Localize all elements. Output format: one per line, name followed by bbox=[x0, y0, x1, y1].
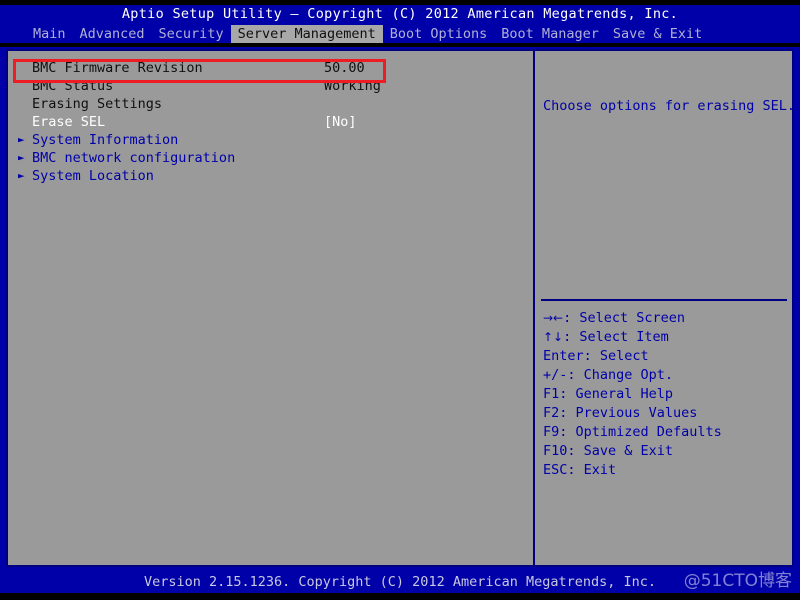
legend-text: ESC: Exit bbox=[543, 462, 617, 478]
legend-text: : Select Screen bbox=[563, 310, 686, 326]
setting-label: Erasing Settings bbox=[32, 96, 163, 112]
menu-bar: Main Advanced Security Server Management Boo… bbox=[0, 25, 800, 43]
menu-tab-boot-manager[interactable]: Boot Manager bbox=[494, 25, 606, 43]
submenu-arrow-icon: ► bbox=[18, 169, 25, 182]
setting-row-bmc-status[interactable]: BMC Status Working bbox=[10, 77, 531, 95]
bios-setup-screen: Aptio Setup Utility – Copyright (C) 2012… bbox=[0, 0, 800, 600]
menu-tab-security[interactable]: Security bbox=[152, 25, 231, 43]
setting-label: Erase SEL bbox=[32, 114, 106, 130]
legend-row: ↑↓: Select Item bbox=[543, 328, 791, 347]
legend-row: F10: Save & Exit bbox=[543, 442, 791, 461]
key-legend: →←: Select Screen ↑↓: Select Item Enter: S… bbox=[543, 309, 791, 480]
legend-row: ESC: Exit bbox=[543, 461, 791, 480]
legend-row: →←: Select Screen bbox=[543, 309, 791, 328]
setting-value: Working bbox=[324, 78, 381, 94]
setting-row-bmc-firmware-revision[interactable]: BMC Firmware Revision 50.00 bbox=[10, 59, 531, 77]
submenu-arrow-icon: ► bbox=[18, 151, 25, 164]
setting-label: BMC Firmware Revision bbox=[32, 60, 203, 76]
arrow-keys-icon: ↑↓ bbox=[543, 330, 564, 344]
menu-tab-boot-options[interactable]: Boot Options bbox=[383, 25, 495, 43]
legend-row: F1: General Help bbox=[543, 385, 791, 404]
setting-label: System Location bbox=[32, 168, 154, 184]
setting-label: System Information bbox=[32, 132, 179, 148]
legend-row: Enter: Select bbox=[543, 347, 791, 366]
legend-row: +/-: Change Opt. bbox=[543, 366, 791, 385]
legend-text: F10: Save & Exit bbox=[543, 443, 674, 459]
menu-tab-save-exit[interactable]: Save & Exit bbox=[606, 25, 709, 43]
legend-row: F9: Optimized Defaults bbox=[543, 423, 791, 442]
setting-value[interactable]: [No] bbox=[324, 113, 357, 131]
legend-text: F2: Previous Values bbox=[543, 405, 698, 421]
legend-text: +/-: Change Opt. bbox=[543, 367, 674, 383]
watermark: @51CTO博客 bbox=[683, 571, 792, 591]
legend-text: : Select Item bbox=[563, 329, 669, 345]
setting-row-erasing-settings[interactable]: Erasing Settings bbox=[10, 95, 531, 113]
setting-value: 50.00 bbox=[324, 60, 365, 76]
legend-text: F1: General Help bbox=[543, 386, 674, 402]
legend-row: F2: Previous Values bbox=[543, 404, 791, 423]
footer-version-text: Version 2.15.1236. Copyright (C) 2012 Am… bbox=[0, 572, 800, 593]
content-frame: BMC Firmware Revision 50.00 BMC Status Work… bbox=[6, 49, 795, 567]
help-text: Choose options for erasing SEL. bbox=[543, 98, 795, 114]
setting-row-system-location[interactable]: ► System Location bbox=[10, 167, 531, 185]
arrow-keys-icon: →← bbox=[543, 311, 564, 325]
setting-label: BMC Status bbox=[32, 78, 114, 94]
setting-label: BMC network configuration bbox=[32, 150, 236, 166]
help-legend-divider bbox=[541, 299, 787, 301]
legend-text: Enter: Select bbox=[543, 348, 649, 364]
legend-text: F9: Optimized Defaults bbox=[543, 424, 722, 440]
menu-tab-advanced[interactable]: Advanced bbox=[73, 25, 152, 43]
window-title: Aptio Setup Utility – Copyright (C) 2012… bbox=[0, 5, 800, 24]
setting-row-bmc-network-configuration[interactable]: ► BMC network configuration bbox=[10, 149, 531, 167]
menu-tab-main[interactable]: Main bbox=[26, 25, 73, 43]
submenu-arrow-icon: ► bbox=[18, 133, 25, 146]
bottom-black-strip bbox=[0, 593, 800, 600]
menu-tab-server-management[interactable]: Server Management bbox=[230, 25, 383, 43]
settings-list: BMC Firmware Revision 50.00 BMC Status Work… bbox=[10, 53, 531, 565]
setting-row-erase-sel[interactable]: Erase SEL [No] bbox=[10, 113, 531, 131]
menu-bar-underline bbox=[0, 43, 800, 47]
setting-row-system-information[interactable]: ► System Information bbox=[10, 131, 531, 149]
